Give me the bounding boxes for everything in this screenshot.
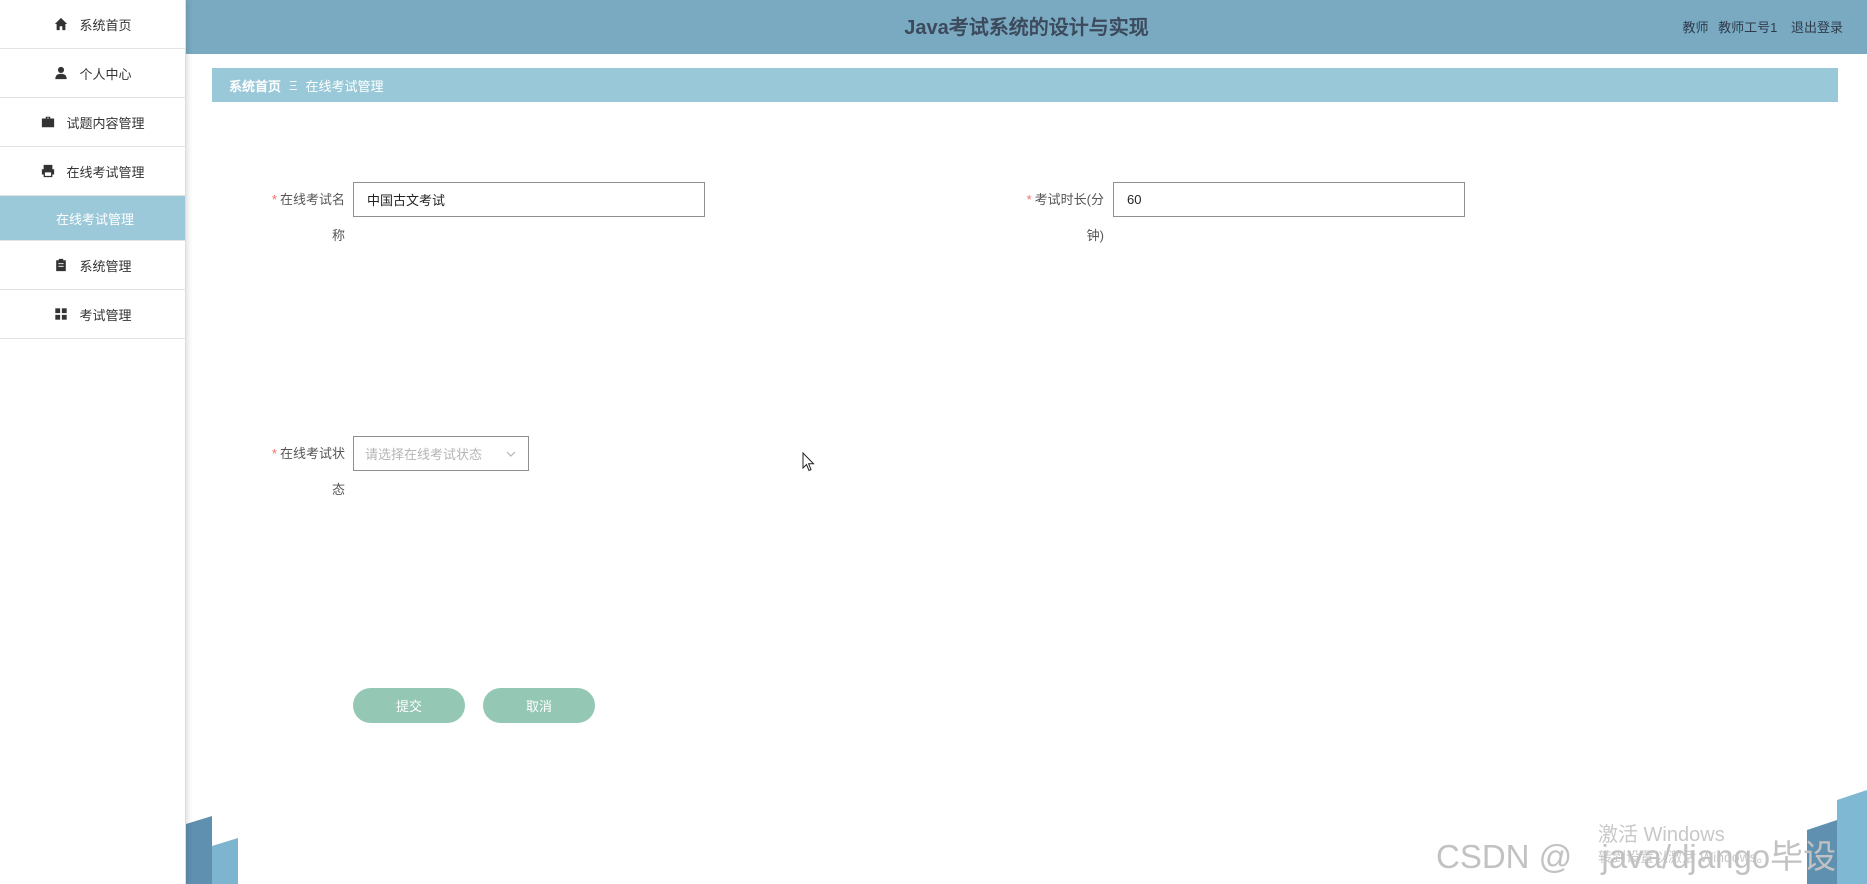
decorative-shape-left (186, 816, 238, 884)
csdn-watermark: CSDN @ java/django毕设 (1436, 838, 1837, 875)
required-mark: * (271, 192, 277, 207)
sidebar-item-exam[interactable]: 考试管理 (0, 290, 185, 339)
required-mark: * (1026, 192, 1032, 207)
user-name: 教师工号1 (1718, 20, 1778, 35)
sidebar-item-label: 试题内容管理 (66, 115, 145, 131)
clipboard-icon (53, 257, 69, 273)
briefcase-icon (40, 114, 56, 130)
top-header: Java考试系统的设计与实现 教师 教师工号1 退出登录 (186, 0, 1867, 54)
sidebar-item-label: 系统管理 (79, 258, 132, 274)
author-watermark: java/django毕设 (1601, 838, 1837, 875)
user-role: 教师 (1682, 20, 1709, 35)
exam-duration-label: * 考试时长(分 (1026, 192, 1104, 207)
user-info: 教师 教师工号1 退出登录 (1676, 0, 1843, 54)
exam-name-label-cont: 称 (331, 228, 345, 243)
sidebar-item-label: 在线考试管理 (66, 164, 145, 180)
exam-duration-label-cont: 钟) (1086, 228, 1104, 243)
grid-icon (53, 306, 69, 322)
exam-name-label: * 在线考试名 (271, 192, 345, 207)
submit-button[interactable]: 提交 (353, 688, 465, 723)
exam-status-select[interactable]: 请选择在线考试状态 (353, 436, 529, 471)
breadcrumb: 系统首页 Ξ 在线考试管理 (212, 68, 1838, 102)
user-icon (53, 65, 69, 81)
sidebar-item-label: 个人中心 (79, 66, 132, 82)
home-icon (53, 16, 69, 32)
sidebar-item-home[interactable]: 系统首页 (0, 0, 185, 49)
breadcrumb-home[interactable]: 系统首页 (229, 76, 281, 95)
sidebar-item-profile[interactable]: 个人中心 (0, 49, 185, 98)
exam-status-label: * 在线考试状 (271, 446, 345, 461)
sidebar-item-label: 考试管理 (79, 307, 132, 323)
sidebar-subitem-label: 在线考试管理 (56, 211, 135, 227)
breadcrumb-separator: Ξ (289, 77, 298, 93)
cancel-button[interactable]: 取消 (483, 688, 595, 723)
sidebar-item-system[interactable]: 系统管理 (0, 241, 185, 290)
chevron-down-icon (506, 451, 516, 457)
app-title: Java考试系统的设计与实现 (904, 17, 1149, 39)
exam-name-field[interactable] (353, 182, 705, 217)
required-mark: * (271, 446, 277, 461)
exam-status-placeholder: 请选择在线考试状态 (365, 447, 483, 462)
breadcrumb-current: 在线考试管理 (305, 78, 384, 94)
logout-link[interactable]: 退出登录 (1791, 20, 1843, 35)
sidebar-subitem-online-exam-manage[interactable]: 在线考试管理 (0, 196, 185, 241)
exam-status-label-cont: 态 (331, 482, 345, 497)
printer-icon (40, 163, 56, 179)
sidebar: 系统首页 个人中心 试题内容管理 在线考试管理 在线考试管理 系统管理 考试管理 (0, 0, 186, 884)
exam-duration-field[interactable] (1113, 182, 1465, 217)
exam-name-input[interactable] (365, 191, 693, 208)
mouse-cursor-icon (802, 452, 815, 472)
sidebar-item-question-content[interactable]: 试题内容管理 (0, 98, 185, 147)
exam-duration-input[interactable] (1125, 191, 1453, 208)
sidebar-item-online-exam[interactable]: 在线考试管理 (0, 147, 185, 196)
sidebar-item-label: 系统首页 (79, 17, 132, 33)
